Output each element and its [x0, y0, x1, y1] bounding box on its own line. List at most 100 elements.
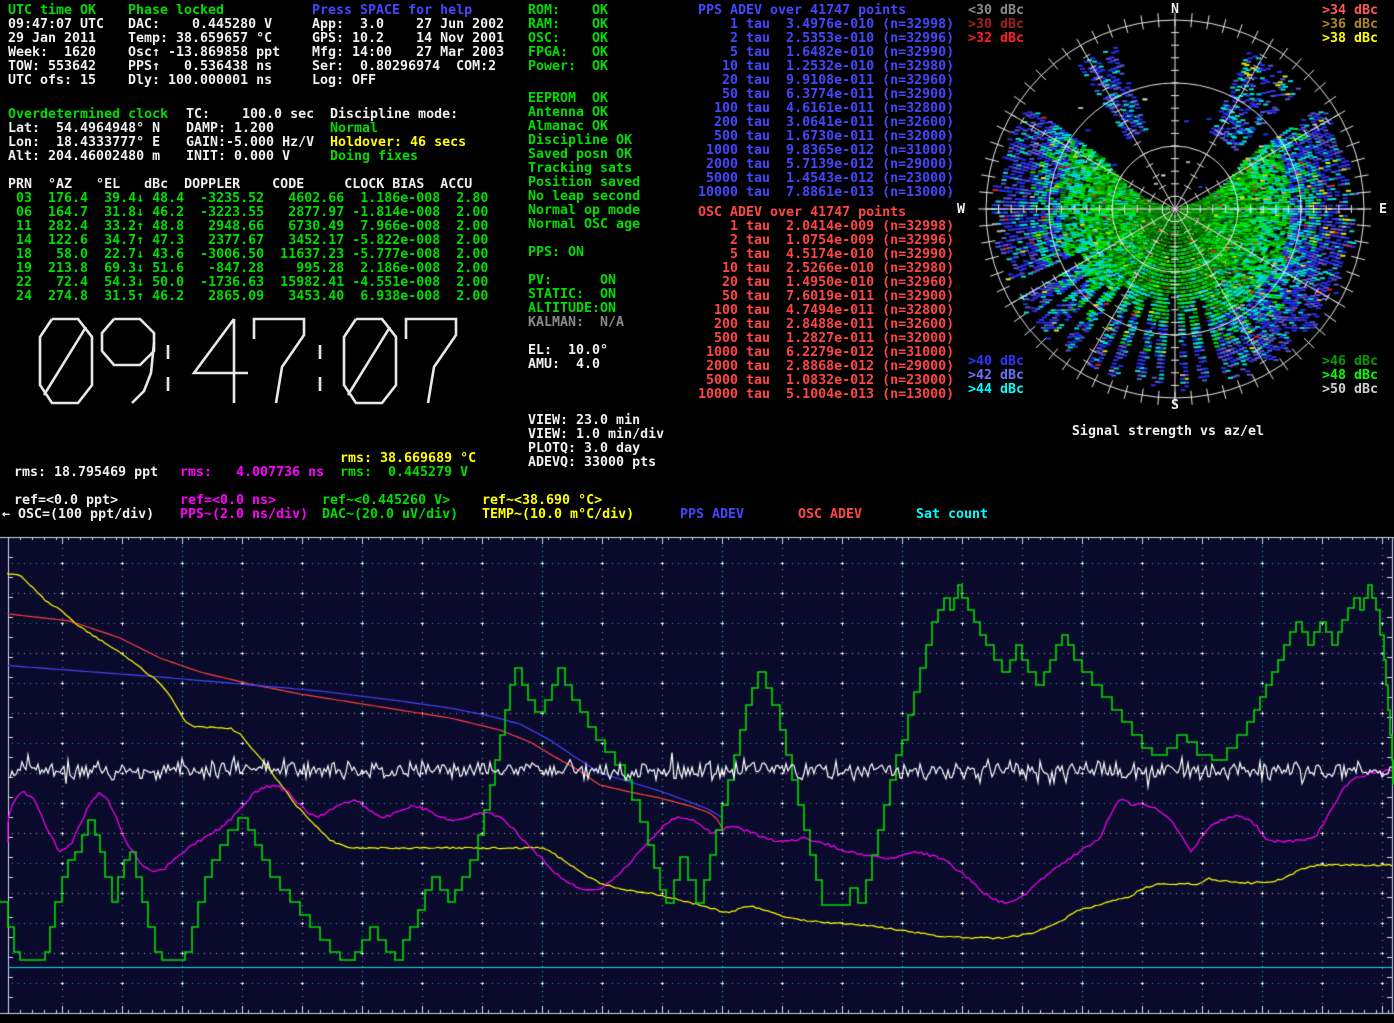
gps-status-block-line: Antenna OK	[528, 106, 640, 120]
help-version-block-line: Log: OFF	[312, 74, 504, 88]
clock-digit-stroke	[102, 319, 154, 365]
utc-time-block-line: Week: 1620	[8, 46, 104, 60]
scale-pps: PPS~(2.0 ns/div)	[180, 508, 308, 522]
big-digital-clock	[38, 317, 468, 409]
phase-block-line: Phase locked	[128, 4, 280, 18]
gps-status-block-line: Almanac OK	[528, 120, 640, 134]
mask-block-line: EL: 10.0°	[528, 344, 608, 358]
dbc-legend-top-left-line: >30 dBc	[968, 18, 1024, 32]
dbc-legend-bottom-left-line: >42 dBc	[968, 369, 1024, 383]
satellite-table-line: 18 58.0 22.7↓ 43.6 -3006.50 11637.23 -5.…	[8, 248, 488, 262]
dbc-legend-top-right: >34 dBc>36 dBc>38 dBc	[1322, 4, 1378, 46]
hardware-status-block: ROM: OKRAM: OKOSC: OKFPGA: OKPower: OK	[528, 4, 608, 74]
rms-dac-line: rms: 0.445279 V	[340, 466, 468, 480]
ref-pps-line: ref=<0.0 ns>	[180, 494, 276, 508]
clock-digit-stroke	[194, 319, 248, 373]
pps-state-line: PPS: ON	[528, 246, 584, 260]
gps-status-block-line: Discipline OK	[528, 134, 640, 148]
rms-pps: rms: 4.007736 ns	[180, 466, 324, 480]
fix-mode-block-line: PV: ON	[528, 274, 624, 288]
pps-adev-table-line: 2 tau 2.5353e-010 (n=32996)	[698, 32, 954, 46]
ref-pps: ref=<0.0 ns>	[180, 494, 276, 508]
scale-osc: ← OSC=(100 ppt/div)	[2, 508, 154, 522]
loop-params-block-line: INIT: 0.000 V	[186, 150, 314, 164]
dbc-legend-bottom-right-line: >48 dBc	[1322, 369, 1378, 383]
fix-mode-block: PV: ONSTATIC: ONALTITUDE:ONKALMAN: N/A	[528, 274, 624, 330]
osc-adev-table-line: 100 tau 4.7494e-011 (n=32800)	[698, 304, 954, 318]
discipline-mode-block-line: Holdover: 46 secs	[330, 136, 466, 150]
clock-digit-stroke	[254, 319, 304, 403]
ref-dac-line: ref~<0.445260 V>	[322, 494, 450, 508]
satellite-table: PRN °AZ °EL dBc DOPPLER CODE CLOCK BIAS …	[8, 178, 488, 304]
loop-params-block: TC: 100.0 secDAMP: 1.200GAIN:-5.000 Hz/V…	[186, 108, 314, 164]
gps-status-block-line: Saved posn OK	[528, 148, 640, 162]
scale-temp: TEMP~(10.0 m°C/div)	[482, 508, 634, 522]
osc-adev-table-line: OSC ADEV over 41747 points	[698, 206, 954, 220]
dbc-legend-top-right-line: >38 dBc	[1322, 32, 1378, 46]
gps-status-block: EEPROM OKAntenna OKAlmanac OKDiscipline …	[528, 92, 640, 232]
clock-digit-stroke	[44, 327, 86, 395]
pps-adev-table-line: 100 tau 4.6161e-011 (n=32800)	[698, 102, 954, 116]
clock-digit-stroke	[406, 319, 456, 403]
scale-osc-line: ← OSC=(100 ppt/div)	[2, 508, 154, 522]
pps-adev-table-line: 10 tau 1.2532e-010 (n=32980)	[698, 60, 954, 74]
view-block-line: VIEW: 1.0 min/div	[528, 428, 664, 442]
compass-south-label: S	[1171, 398, 1179, 413]
gps-status-block-line: EEPROM OK	[528, 92, 640, 106]
dbc-legend-top-left-line: <30 dBc	[968, 4, 1024, 18]
lady-heather-console: UTC time OK09:47:07 UTC29 Jan 2011Week: …	[0, 0, 1394, 1023]
osc-adev-table-line: 5 tau 4.5174e-010 (n=32990)	[698, 248, 954, 262]
scale-dac-line: DAC~(20.0 uV/div)	[322, 508, 458, 522]
satellite-table-line: 03 176.4 39.4↓ 48.4 -3235.52 4602.66 1.1…	[8, 192, 488, 206]
loop-params-block-line: TC: 100.0 sec	[186, 108, 314, 122]
dbc-legend-top-left-line: >32 dBc	[968, 32, 1024, 46]
rms-pps-line: rms: 4.007736 ns	[180, 466, 324, 480]
osc-adev-table-line: 50 tau 7.6019e-011 (n=32900)	[698, 290, 954, 304]
osc-adev-table-line: 200 tau 2.8488e-011 (n=32600)	[698, 318, 954, 332]
position-block: Overdetermined clockLat: 54.4964948° NLo…	[8, 108, 168, 164]
dbc-legend-bottom-left: >40 dBc>42 dBc>44 dBc	[968, 355, 1024, 397]
position-block-line: Alt: 204.46002480 m	[8, 150, 168, 164]
satellite-table-line: 19 213.8 69.3↓ 51.6 -847.28 995.28 2.186…	[8, 262, 488, 276]
help-version-block-line: Press SPACE for help	[312, 4, 504, 18]
osc-adev-table-line: 1 tau 2.0414e-009 (n=32998)	[698, 220, 954, 234]
position-block-line: Lat: 54.4964948° N	[8, 122, 168, 136]
satellite-table-line: 11 282.4 33.2↑ 48.8 2948.66 6730.49 7.96…	[8, 220, 488, 234]
phase-block-line: DAC: 0.445280 V	[128, 18, 280, 32]
gps-status-block-line: No leap second	[528, 190, 640, 204]
utc-time-block: UTC time OK09:47:07 UTC29 Jan 2011Week: …	[8, 4, 104, 88]
gps-status-block-line: Tracking sats	[528, 162, 640, 176]
phase-block-line: Dly: 100.000001 ns	[128, 74, 280, 88]
utc-time-block-line: TOW: 553642	[8, 60, 104, 74]
legend-sat-count: Sat count	[916, 508, 988, 522]
clock-digit-stroke	[132, 343, 154, 403]
legend-sat-count-line: Sat count	[916, 508, 988, 522]
dbc-legend-top-right-line: >36 dBc	[1322, 18, 1378, 32]
hardware-status-block-line: OSC: OK	[528, 32, 608, 46]
ref-osc-line: ref=<0.0 ppt>	[14, 494, 118, 508]
osc-adev-table-line: 10 tau 2.5266e-010 (n=32980)	[698, 262, 954, 276]
discipline-mode-block-line: Discipline mode:	[330, 108, 466, 122]
dbc-legend-bottom-right-line: >46 dBc	[1322, 355, 1378, 369]
utc-time-block-line: 29 Jan 2011	[8, 32, 104, 46]
view-block: VIEW: 23.0 minVIEW: 1.0 min/divPLOTQ: 3.…	[528, 414, 664, 470]
view-block-line: VIEW: 23.0 min	[528, 414, 664, 428]
pps-adev-table-line: 50 tau 6.3774e-011 (n=32900)	[698, 88, 954, 102]
hardware-status-block-line: RAM: OK	[528, 18, 608, 32]
legend-pps-adev-line: PPS ADEV	[680, 508, 744, 522]
compass-west-label: W	[957, 202, 965, 217]
osc-adev-table-line: 5000 tau 1.0832e-012 (n=23000)	[698, 374, 954, 388]
phase-block-line: Osc↑ -13.869858 ppt	[128, 46, 280, 60]
legend-pps-adev: PPS ADEV	[680, 508, 744, 522]
utc-time-block-line: UTC ofs: 15	[8, 74, 104, 88]
pps-adev-table-line: 500 tau 1.6730e-011 (n=32000)	[698, 130, 954, 144]
pps-adev-table-line: 10000 tau 7.8861e-013 (n=13000)	[698, 186, 954, 200]
ref-temp-line: ref~<38.690 °C>	[482, 494, 602, 508]
pps-adev-table-line: 2000 tau 5.7139e-012 (n=29000)	[698, 158, 954, 172]
help-version-block-line: GPS: 10.2 14 Nov 2001	[312, 32, 504, 46]
help-version-block: Press SPACE for helpApp: 3.0 27 Jun 2002…	[312, 4, 504, 88]
gps-status-block-line: Normal OSC age	[528, 218, 640, 232]
discipline-mode-block-line: Doing fixes	[330, 150, 466, 164]
rms-temp-line: rms: 38.669689 °C	[340, 452, 476, 466]
osc-adev-table-line: 2 tau 1.0754e-009 (n=32996)	[698, 234, 954, 248]
